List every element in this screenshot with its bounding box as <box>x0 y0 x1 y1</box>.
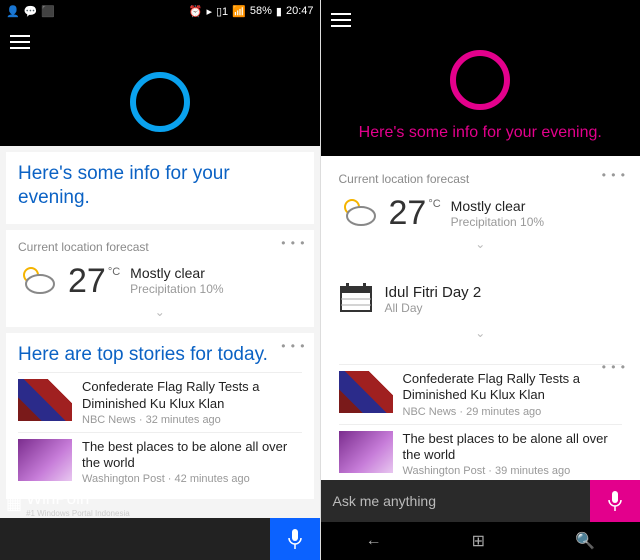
event-title: Idul Fitri Day 2 <box>385 284 482 301</box>
weather-icon <box>339 194 379 233</box>
card-more-icon[interactable]: • • • <box>602 168 626 182</box>
card-more-icon[interactable]: • • • <box>281 236 305 250</box>
start-button[interactable]: ⊞ <box>472 531 485 551</box>
story-row[interactable]: Confederate Flag Rally Tests a Diminishe… <box>18 372 302 432</box>
cortana-wp-pane: Here's some info for your evening. • • •… <box>321 0 640 560</box>
battery-icon: ▮ <box>276 5 282 18</box>
cortana-ring-icon[interactable] <box>450 50 510 110</box>
hamburger-icon[interactable] <box>331 13 351 27</box>
hamburger-icon[interactable] <box>10 35 30 49</box>
event-time: All Day <box>385 301 482 315</box>
temperature: 27 °C <box>68 262 120 301</box>
search-input[interactable]: Ask me anything <box>321 480 591 522</box>
chevron-down-icon[interactable]: ⌄ <box>339 326 623 340</box>
app-header <box>321 0 640 40</box>
condition: Mostly clear <box>451 197 544 215</box>
story-thumbnail <box>18 439 72 481</box>
wifi-icon: ▸ <box>206 5 212 18</box>
android-statusbar: 👤 💬 ⬛ ⏰ ▸ ▯1 📶 58% ▮ 20:47 <box>0 0 320 22</box>
mic-button[interactable] <box>590 480 640 522</box>
app-header <box>0 22 320 62</box>
news-card: • • • Confederate Flag Rally Tests a Dim… <box>327 354 635 480</box>
bbm-icon: ⬛ <box>41 5 55 18</box>
story-thumbnail <box>18 379 72 421</box>
story-thumbnail <box>339 431 393 473</box>
story-row[interactable]: The best places to be alone all over the… <box>339 424 623 481</box>
bottom-bar: Ask me anything <box>321 480 640 522</box>
sim-icon: ▯1 <box>216 5 228 18</box>
profile-icon: 👤 <box>6 5 20 18</box>
news-card: • • • Here are top stories for today. Co… <box>6 333 314 500</box>
bottom-bar <box>0 518 320 560</box>
precipitation: Precipitation 10% <box>451 215 544 231</box>
search-button[interactable]: 🔍 <box>575 531 595 551</box>
cortana-android-pane: 👤 💬 ⬛ ⏰ ▸ ▯1 📶 58% ▮ 20:47 Here's some i… <box>0 0 321 560</box>
battery-pct: 58% <box>250 5 272 17</box>
temp-unit: °C <box>428 198 440 210</box>
signal-icon: 📶 <box>232 5 246 18</box>
greeting-text: Here's some info for your evening. <box>18 162 302 210</box>
content-scroll[interactable]: • • • Current location forecast 27 °C Mo… <box>321 156 640 480</box>
card-more-icon[interactable]: • • • <box>602 360 626 374</box>
story-title: The best places to be alone all over the… <box>82 439 302 472</box>
card-more-icon[interactable]: • • • <box>281 339 305 353</box>
stories-heading: Here are top stories for today. <box>18 343 302 367</box>
precipitation: Precipitation 10% <box>130 282 223 298</box>
story-title: Confederate Flag Rally Tests a Diminishe… <box>403 371 623 404</box>
clock: 20:47 <box>286 5 314 17</box>
story-title: Confederate Flag Rally Tests a Diminishe… <box>82 379 302 412</box>
story-row[interactable]: Confederate Flag Rally Tests a Diminishe… <box>339 364 623 424</box>
calendar-card[interactable]: Idul Fitri Day 2 All Day ⌄ <box>327 265 635 348</box>
alarm-icon: ⏰ <box>189 5 203 18</box>
back-button[interactable]: ← <box>366 532 382 550</box>
chevron-down-icon[interactable]: ⌄ <box>339 237 623 251</box>
temperature: 27 °C <box>389 194 441 233</box>
greeting-text: Here's some info for your evening. <box>321 124 640 156</box>
mic-button[interactable] <box>270 518 320 560</box>
story-row[interactable]: The best places to be alone all over the… <box>18 432 302 492</box>
content-scroll[interactable]: Here's some info for your evening. • • •… <box>0 146 320 518</box>
greeting-card: Here's some info for your evening. <box>6 152 314 224</box>
story-thumbnail <box>339 371 393 413</box>
calendar-icon <box>339 281 373 318</box>
temp-unit: °C <box>108 266 120 278</box>
chevron-down-icon[interactable]: ⌄ <box>18 305 302 319</box>
story-title: The best places to be alone all over the… <box>403 431 623 464</box>
condition: Mostly clear <box>130 264 223 282</box>
wp-navbar: ← ⊞ 🔍 <box>321 522 640 560</box>
cortana-ring-icon[interactable] <box>130 72 190 132</box>
weather-card[interactable]: • • • Current location forecast 27 °C Mo… <box>327 162 635 259</box>
forecast-label: Current location forecast <box>18 240 302 254</box>
msg-icon: 💬 <box>24 5 38 18</box>
weather-card[interactable]: • • • Current location forecast 27 °C Mo… <box>6 230 314 327</box>
weather-icon <box>18 262 58 301</box>
forecast-label: Current location forecast <box>339 172 623 186</box>
winpoin-watermark: ▦ WinPoin #1 Windows Portal Indonesia <box>6 489 130 518</box>
winpoin-logo-icon: ▦ <box>6 494 22 514</box>
